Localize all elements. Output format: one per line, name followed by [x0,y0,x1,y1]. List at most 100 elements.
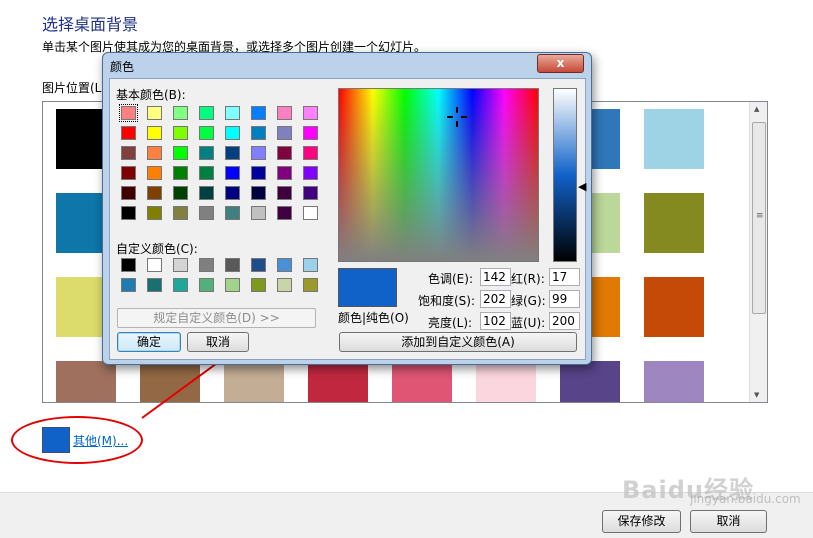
custom-color-swatch[interactable] [303,278,318,292]
custom-color-swatch[interactable] [199,278,214,292]
scroll-down-arrow-icon[interactable]: ▼ [754,391,759,399]
custom-color-swatch[interactable] [121,278,136,292]
picture-location-label: 图片位置(L) [42,81,107,95]
basic-color-swatch[interactable] [225,206,240,220]
basic-color-swatch[interactable] [121,146,136,160]
scroll-up-arrow-icon[interactable]: ▲ [754,105,759,113]
basic-color-swatch[interactable] [147,126,162,140]
luminosity-arrow-icon[interactable]: ◀ [578,181,586,192]
background-color-swatch[interactable] [644,193,704,253]
ok-button[interactable]: 确定 [117,332,181,352]
basic-color-swatch[interactable] [121,166,136,180]
custom-color-swatch[interactable] [303,258,318,272]
basic-color-swatch[interactable] [251,186,266,200]
swatch-panel-scrollbar[interactable]: ▲ ≡ ▼ [749,102,767,402]
close-icon[interactable]: x [537,54,584,73]
basic-color-swatch[interactable] [199,146,214,160]
basic-color-swatch[interactable] [173,146,188,160]
basic-colors-label: 基本颜色(B): [116,88,186,102]
basic-color-swatch[interactable] [303,186,318,200]
basic-color-swatch[interactable] [199,206,214,220]
green-field[interactable]: 99 [549,290,580,308]
background-color-swatch[interactable] [644,361,704,402]
basic-color-swatch[interactable] [303,166,318,180]
background-color-swatch[interactable] [224,361,284,402]
custom-color-swatch[interactable] [147,278,162,292]
basic-color-swatch[interactable] [225,146,240,160]
save-changes-button[interactable]: 保存修改 [602,510,681,533]
background-color-swatch[interactable] [644,109,704,169]
basic-color-swatch[interactable] [277,206,292,220]
basic-color-swatch[interactable] [251,126,266,140]
saturation-field[interactable]: 202 [480,290,511,308]
basic-color-swatch[interactable] [173,106,188,120]
basic-color-swatch[interactable] [121,206,136,220]
custom-color-swatch[interactable] [121,258,136,272]
basic-color-swatch[interactable] [119,104,138,122]
basic-color-swatch[interactable] [277,186,292,200]
hue-field[interactable]: 142 [480,268,511,286]
basic-color-swatch[interactable] [147,146,162,160]
basic-color-swatch[interactable] [277,166,292,180]
custom-color-swatch[interactable] [225,278,240,292]
background-color-swatch[interactable] [56,361,116,402]
custom-color-swatch[interactable] [199,258,214,272]
basic-color-swatch[interactable] [303,126,318,140]
color-solid-label: 颜色|纯色(O) [338,311,409,325]
scrollbar-thumb[interactable]: ≡ [752,122,766,314]
blue-field[interactable]: 200 [549,312,580,330]
basic-color-swatch[interactable] [173,166,188,180]
background-color-swatch[interactable] [644,277,704,337]
background-color-swatch[interactable] [476,361,536,402]
custom-color-swatch[interactable] [147,258,162,272]
basic-color-swatch[interactable] [199,186,214,200]
basic-color-swatch[interactable] [225,106,240,120]
basic-color-swatch[interactable] [251,106,266,120]
custom-color-swatch[interactable] [277,278,292,292]
basic-color-swatch[interactable] [277,106,292,120]
background-color-swatch[interactable] [560,361,620,402]
basic-color-swatch[interactable] [121,126,136,140]
basic-color-swatch[interactable] [251,206,266,220]
basic-color-swatch[interactable] [225,126,240,140]
basic-color-swatch[interactable] [199,126,214,140]
define-custom-colors-button[interactable]: 规定自定义颜色(D) >> [117,308,316,328]
basic-color-swatch[interactable] [147,166,162,180]
luminosity-slider[interactable] [553,88,577,262]
basic-color-swatch[interactable] [225,166,240,180]
basic-color-swatch[interactable] [303,206,318,220]
basic-color-swatch[interactable] [199,166,214,180]
crosshair-icon [447,107,467,127]
basic-color-swatch[interactable] [251,166,266,180]
basic-color-swatch[interactable] [147,106,162,120]
basic-color-swatch[interactable] [147,186,162,200]
luminosity-field[interactable]: 102 [480,312,511,330]
custom-color-swatch[interactable] [277,258,292,272]
basic-color-swatch[interactable] [303,106,318,120]
basic-color-swatch[interactable] [147,206,162,220]
basic-color-swatch[interactable] [225,186,240,200]
basic-color-swatch[interactable] [277,146,292,160]
background-color-swatch[interactable] [140,361,200,402]
custom-color-swatch[interactable] [225,258,240,272]
cancel-button[interactable]: 取消 [690,510,767,533]
background-color-swatch[interactable] [308,361,368,402]
basic-color-swatch[interactable] [173,126,188,140]
red-field[interactable]: 17 [549,268,580,286]
custom-color-swatch[interactable] [173,278,188,292]
basic-color-swatch[interactable] [277,126,292,140]
custom-color-swatch[interactable] [251,258,266,272]
basic-color-swatch[interactable] [251,146,266,160]
saturation-label: 饱和度(S): [418,294,476,308]
color-spectrum[interactable] [338,88,539,262]
basic-color-swatch[interactable] [121,186,136,200]
basic-color-swatch[interactable] [199,106,214,120]
dialog-cancel-button[interactable]: 取消 [187,332,249,352]
custom-color-swatch[interactable] [251,278,266,292]
basic-color-swatch[interactable] [173,206,188,220]
add-to-custom-colors-button[interactable]: 添加到自定义颜色(A) [339,332,577,352]
custom-color-swatch[interactable] [173,258,188,272]
basic-color-swatch[interactable] [173,186,188,200]
basic-color-swatch[interactable] [303,146,318,160]
background-color-swatch[interactable] [392,361,452,402]
